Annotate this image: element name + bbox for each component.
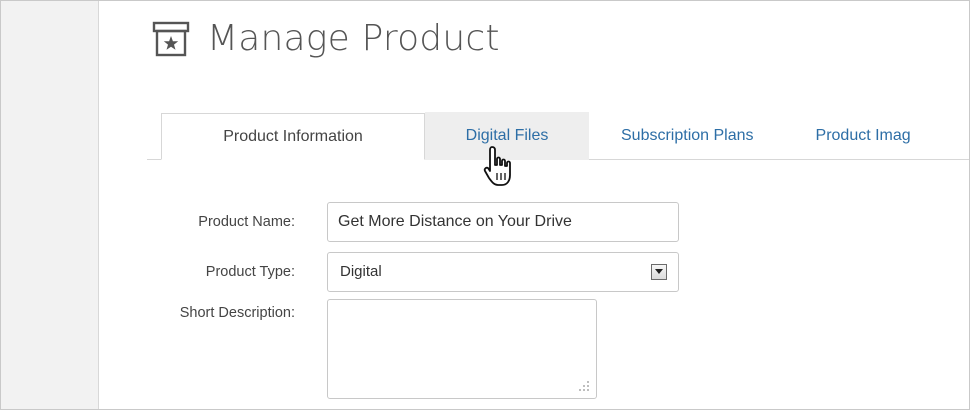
page-title: Manage Product: [207, 18, 500, 59]
hand-pointer-icon: [483, 146, 511, 186]
short-description-row: Short Description:: [1, 299, 597, 399]
product-box-star-icon: [152, 21, 190, 57]
tab-product-images[interactable]: Product Imag: [754, 113, 911, 159]
product-type-value: Digital: [340, 263, 382, 280]
short-description-textarea[interactable]: [327, 299, 597, 399]
page-header: Manage Product: [151, 15, 500, 63]
app-frame: Manage Product Product Information Digit…: [0, 0, 970, 410]
product-name-row: Product Name: Get More Distance on Your …: [1, 202, 679, 242]
product-tabs: Product Information Digital Files Subscr…: [147, 111, 969, 160]
product-type-row: Product Type: Digital: [1, 252, 679, 292]
tab-subscription-plans[interactable]: Subscription Plans: [589, 113, 754, 159]
resize-grip-icon[interactable]: [576, 378, 590, 392]
dropdown-arrow-icon[interactable]: [651, 264, 667, 280]
tab-product-information[interactable]: Product Information: [161, 113, 425, 160]
short-description-label: Short Description:: [179, 305, 295, 321]
product-name-input[interactable]: Get More Distance on Your Drive: [327, 202, 679, 242]
product-name-label: Product Name:: [198, 214, 295, 230]
product-type-label: Product Type:: [205, 264, 295, 280]
product-type-select[interactable]: Digital: [327, 252, 679, 292]
